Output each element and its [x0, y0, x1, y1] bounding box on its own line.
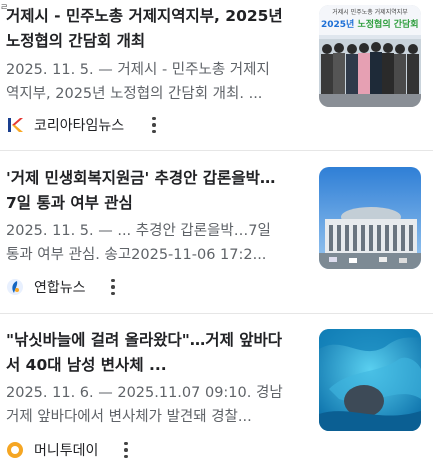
article-snippet: 2025. 11. 6. — 2025.11.07 09:10. 경남 거제 앞… [6, 385, 283, 425]
source-name[interactable]: 코리아타임뉴스 [34, 115, 124, 135]
divider [0, 313, 433, 314]
article-title[interactable]: "낚싯바늘에 걸려 올라왔다"…거제 앞바다 서 40대 남성 변사체 ... [6, 328, 306, 378]
source-row: 머니투데이 [6, 438, 98, 462]
article-title[interactable]: 거제시 - 민주노총 거제지역지부, 2025년 노정협의 간담회 개최 [6, 4, 306, 54]
source-logo-icon [6, 116, 24, 134]
more-options-icon[interactable] [117, 438, 135, 462]
article-thumbnail[interactable] [319, 329, 421, 431]
source-row: 연합뉴스 [6, 275, 86, 299]
article-title[interactable]: '거제 민생회복지원금' 추경안 갑론을박… 7일 통과 여부 관심 [6, 166, 306, 216]
article-snippet: 2025. 11. 5. — 거제시 - 민주노총 거제지 역지부, 2025년… [6, 62, 270, 102]
article-thumbnail[interactable] [319, 167, 421, 269]
more-options-icon[interactable] [145, 113, 163, 137]
article-snippet: 2025. 11. 5. — ... 추경안 갑론을박…7일 통과 여부 관심.… [6, 223, 271, 263]
article-thumbnail[interactable]: 거제시 민주노총 거제지역지부 2025년 노정협의 간담회 [319, 5, 421, 107]
source-logo-icon [6, 441, 24, 459]
source-name[interactable]: 머니투데이 [34, 440, 98, 460]
source-name[interactable]: 연합뉴스 [34, 277, 86, 297]
banner-text: 2025년 노정협의 간담회 [321, 20, 419, 30]
banner-small-text: 거제시 민주노총 거제지역지부 [332, 9, 408, 16]
source-row: 코리아타임뉴스 [6, 113, 124, 137]
more-options-icon[interactable] [104, 275, 122, 299]
divider [0, 150, 433, 151]
source-logo-icon [6, 278, 24, 296]
